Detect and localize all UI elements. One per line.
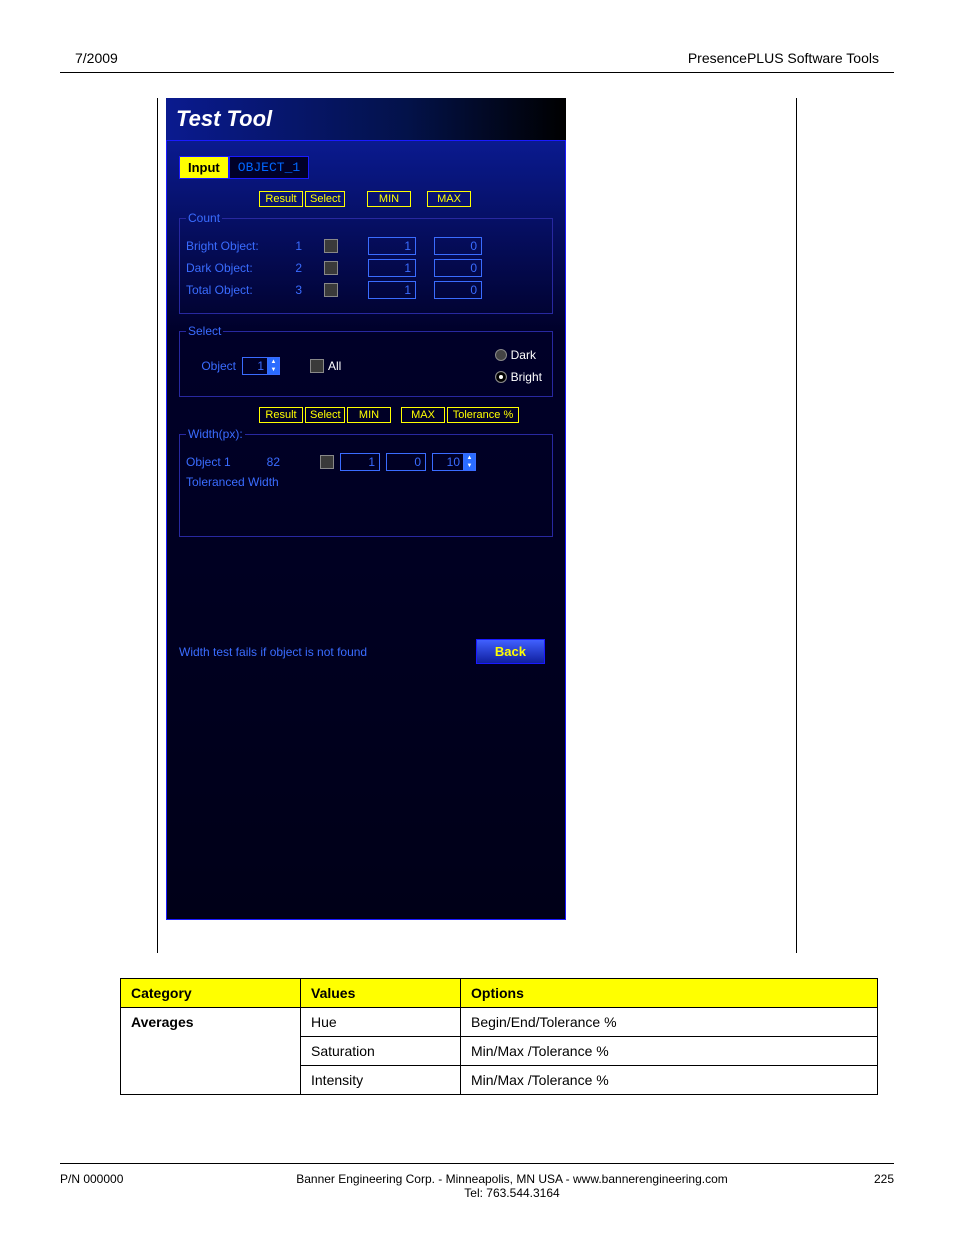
- dark-min-input[interactable]: [368, 259, 416, 277]
- count-legend: Count: [186, 211, 222, 225]
- width-group: Width(px): Object 1 82 ▲▼ Toleranced: [179, 427, 553, 537]
- hdr2-max: MAX: [401, 407, 445, 423]
- bright-select-checkbox[interactable]: [324, 239, 338, 253]
- hdr-max: MAX: [427, 191, 471, 207]
- radio-dark[interactable]: [495, 349, 507, 361]
- hdr2-tolerance: Tolerance %: [447, 407, 519, 423]
- column-headers-1: Result Select MIN MAX: [259, 191, 553, 207]
- spinner-down-icon[interactable]: ▼: [267, 366, 279, 374]
- back-button[interactable]: Back: [476, 639, 545, 664]
- select-legend: Select: [186, 324, 223, 338]
- object-spinner[interactable]: ▲▼: [242, 357, 280, 375]
- hdr2-min: MIN: [347, 407, 391, 423]
- hdr2-result: Result: [259, 407, 303, 423]
- footer-tel: Tel: 763.544.3164: [464, 1186, 559, 1200]
- count-group: Count Bright Object: 1 Dark Object: 2: [179, 211, 553, 314]
- category-cell: Averages: [121, 1008, 301, 1095]
- tool-title: Test Tool: [166, 98, 566, 140]
- total-max-input[interactable]: [434, 281, 482, 299]
- footer-page: 225: [834, 1172, 894, 1200]
- hdr-result: Result: [259, 191, 303, 207]
- dark-max-input[interactable]: [434, 259, 482, 277]
- footer-company: Banner Engineering Corp. - Minneapolis, …: [296, 1172, 728, 1186]
- header-right: PresencePLUS Software Tools: [688, 50, 879, 66]
- page-header: 7/2009 PresencePLUS Software Tools: [60, 50, 894, 73]
- count-row-bright: Bright Object: 1: [186, 237, 546, 255]
- th-options: Options: [461, 979, 878, 1008]
- tab-object1[interactable]: OBJECT_1: [229, 156, 309, 179]
- tab-row: InputOBJECT_1: [179, 156, 553, 179]
- spinner-up-icon[interactable]: ▲: [267, 358, 279, 366]
- total-select-checkbox[interactable]: [324, 283, 338, 297]
- screenshot-frame: Test Tool InputOBJECT_1 Result Select MI…: [157, 98, 797, 953]
- radio-bright[interactable]: [495, 371, 507, 383]
- th-category: Category: [121, 979, 301, 1008]
- width-tol-spinner[interactable]: ▲▼: [432, 453, 476, 471]
- hdr2-select: Select: [305, 407, 345, 423]
- count-row-total: Total Object: 3: [186, 281, 546, 299]
- header-left: 7/2009: [75, 50, 118, 66]
- hdr-select: Select: [305, 191, 345, 207]
- width-row: Object 1 82 ▲▼: [186, 453, 546, 471]
- dark-select-checkbox[interactable]: [324, 261, 338, 275]
- total-min-input[interactable]: [368, 281, 416, 299]
- all-checkbox[interactable]: [310, 359, 324, 373]
- width-max-input[interactable]: [386, 453, 426, 471]
- th-values: Values: [301, 979, 461, 1008]
- count-row-dark: Dark Object: 2: [186, 259, 546, 277]
- column-headers-2: Result Select MIN MAX Tolerance %: [259, 407, 553, 423]
- options-table: Category Values Options Averages Hue Beg…: [120, 978, 878, 1095]
- status-text: Width test fails if object is not found: [179, 645, 367, 659]
- tab-input[interactable]: Input: [179, 156, 229, 179]
- width-min-input[interactable]: [340, 453, 380, 471]
- object-label: Object: [186, 359, 242, 373]
- spinner-up-icon[interactable]: ▲: [463, 454, 475, 462]
- bright-max-input[interactable]: [434, 237, 482, 255]
- test-tool-panel: Test Tool InputOBJECT_1 Result Select MI…: [166, 98, 566, 920]
- all-label: All: [328, 359, 341, 373]
- footer-pn: P/N 000000: [60, 1172, 190, 1200]
- table-row: Averages Hue Begin/End/Tolerance %: [121, 1008, 878, 1037]
- hdr-min: MIN: [367, 191, 411, 207]
- width-select-checkbox[interactable]: [320, 455, 334, 469]
- page-footer: P/N 000000 Banner Engineering Corp. - Mi…: [60, 1163, 894, 1200]
- select-group: Select Object ▲▼ All Dark Brig: [179, 324, 553, 397]
- width-legend: Width(px):: [186, 427, 245, 441]
- toleranced-width-label: Toleranced Width: [186, 475, 546, 489]
- spinner-down-icon[interactable]: ▼: [463, 462, 475, 470]
- bright-min-input[interactable]: [368, 237, 416, 255]
